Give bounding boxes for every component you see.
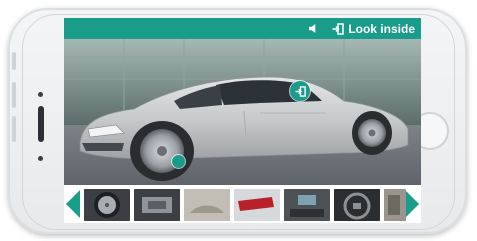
hotspot-wheel-dot[interactable] — [172, 155, 185, 168]
earpiece-speaker — [38, 106, 44, 142]
enter-icon — [332, 22, 345, 35]
sensor-dot — [38, 156, 43, 161]
mute-switch — [12, 52, 16, 70]
chevron-right-icon[interactable] — [405, 190, 419, 218]
camera-dot — [38, 92, 43, 97]
look-inside-label: Look inside — [348, 21, 415, 36]
volume-up-button — [12, 82, 16, 108]
thumbnail-wheel[interactable] — [84, 189, 130, 221]
enter-icon — [294, 85, 306, 97]
car-photo — [64, 39, 421, 185]
thumbnail-dashboard[interactable] — [284, 189, 330, 221]
hotspot-enter-icon[interactable] — [290, 81, 310, 101]
speaker-icon-shape — [308, 24, 316, 33]
volume-down-button — [12, 116, 16, 142]
thumbnail-seat[interactable] — [384, 189, 406, 221]
chevron-left-icon[interactable] — [66, 190, 80, 218]
app-screen: Look inside — [64, 18, 421, 223]
thumbnail-engine[interactable] — [134, 189, 180, 221]
look-inside-button[interactable]: Look inside — [332, 22, 421, 36]
thumbnail-interior[interactable] — [184, 189, 230, 221]
thumbnail-tail-light[interactable] — [234, 189, 280, 221]
thumbnail-steering-wheel[interactable] — [334, 189, 380, 221]
top-bar: Look inside — [64, 18, 421, 39]
speaker-icon[interactable] — [304, 18, 322, 39]
